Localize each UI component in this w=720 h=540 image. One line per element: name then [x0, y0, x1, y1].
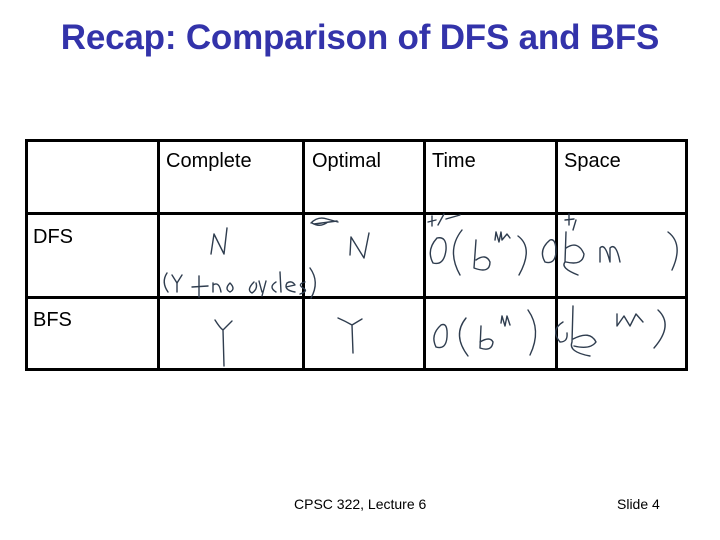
row-label-dfs: DFS	[33, 226, 73, 248]
footer-course: CPSC 322, Lecture 6	[294, 496, 427, 512]
row-divider	[25, 296, 688, 299]
slide-title: Recap: Comparison of DFS and BFS	[60, 18, 660, 57]
column-divider	[555, 139, 558, 371]
header-space: Space	[564, 150, 621, 172]
column-divider	[302, 139, 305, 371]
column-divider	[157, 139, 160, 371]
header-complete: Complete	[166, 150, 252, 172]
header-time: Time	[432, 150, 476, 172]
column-divider	[423, 139, 426, 371]
header-optimal: Optimal	[312, 150, 381, 172]
table-border	[25, 139, 688, 371]
footer-slide-number: Slide 4	[617, 496, 660, 512]
row-divider	[25, 212, 688, 215]
row-label-bfs: BFS	[33, 309, 72, 331]
